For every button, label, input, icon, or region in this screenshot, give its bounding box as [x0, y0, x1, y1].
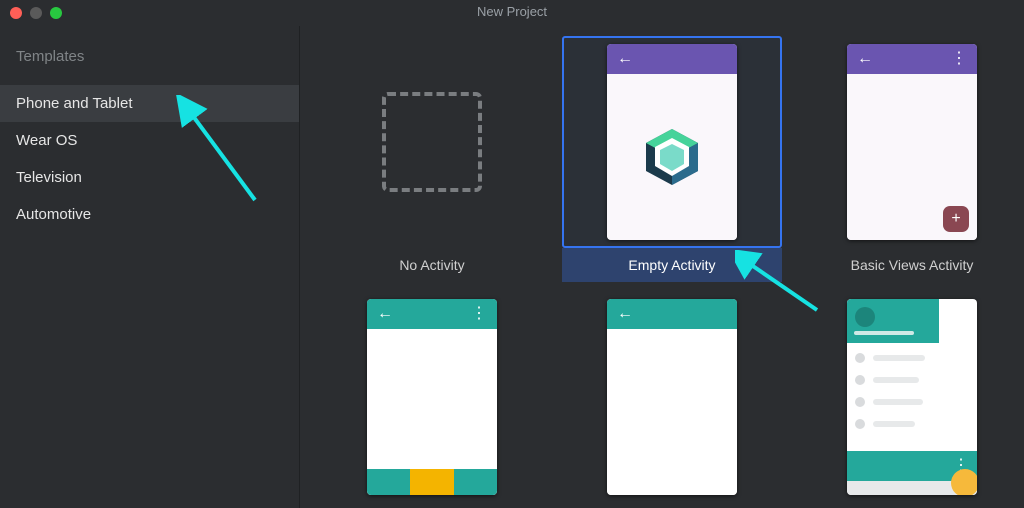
compose-logo-icon — [607, 74, 737, 240]
template-empty-activity[interactable]: ← — [562, 36, 782, 291]
content: Templates Phone and Tablet Wear OS Telev… — [0, 26, 1024, 508]
titlebar: New Project — [0, 0, 1024, 26]
back-arrow-icon: ← — [617, 51, 633, 67]
template-bottom-navigation-activity[interactable]: ← ⋮ — [322, 291, 542, 508]
template-label: Empty Activity — [562, 248, 782, 282]
phone-mock: ← ⋮ + — [847, 44, 977, 240]
back-arrow-icon: ← — [617, 306, 633, 322]
template-label: No Activity — [322, 248, 542, 282]
sidebar-item-wear-os[interactable]: Wear OS — [0, 122, 299, 159]
sidebar: Templates Phone and Tablet Wear OS Telev… — [0, 26, 300, 508]
nav-drawer-icon — [847, 299, 939, 451]
template-navigation-drawer-activity[interactable]: ⋮ — [802, 291, 1022, 508]
no-activity-placeholder-icon — [382, 92, 482, 192]
template-label: Basic Views Activity — [802, 248, 1022, 282]
phone-mock: ← — [607, 44, 737, 240]
sidebar-item-television[interactable]: Television — [0, 159, 299, 196]
appbar: ← — [607, 44, 737, 74]
bottom-nav-icon — [367, 469, 497, 495]
sidebar-item-automotive[interactable]: Automotive — [0, 196, 299, 233]
back-arrow-icon: ← — [857, 51, 873, 67]
fab-icon — [951, 469, 977, 495]
template-no-activity[interactable]: No Activity — [322, 36, 542, 291]
fab-add-icon: + — [943, 206, 969, 232]
appbar: ← — [607, 299, 737, 329]
overflow-menu-icon: ⋮ — [951, 51, 967, 67]
phone-mock: ← ⋮ — [367, 299, 497, 495]
template-label — [322, 503, 542, 508]
template-label — [802, 503, 1022, 508]
phone-mock: ⋮ — [847, 299, 977, 495]
template-gallery: No Activity ← — [300, 26, 1024, 508]
window-title: New Project — [0, 4, 1024, 19]
sidebar-heading: Templates — [0, 48, 299, 85]
back-arrow-icon: ← — [377, 306, 393, 322]
appbar: ← ⋮ — [367, 299, 497, 329]
overflow-menu-icon: ⋮ — [471, 306, 487, 322]
template-basic-views-activity[interactable]: ← ⋮ + Basic Views Activity — [802, 36, 1022, 291]
phone-mock: ← — [607, 299, 737, 495]
sidebar-item-phone-and-tablet[interactable]: Phone and Tablet — [0, 85, 299, 122]
appbar: ← ⋮ — [847, 44, 977, 74]
template-empty-views-activity[interactable]: ← — [562, 291, 782, 508]
template-label — [562, 503, 782, 508]
